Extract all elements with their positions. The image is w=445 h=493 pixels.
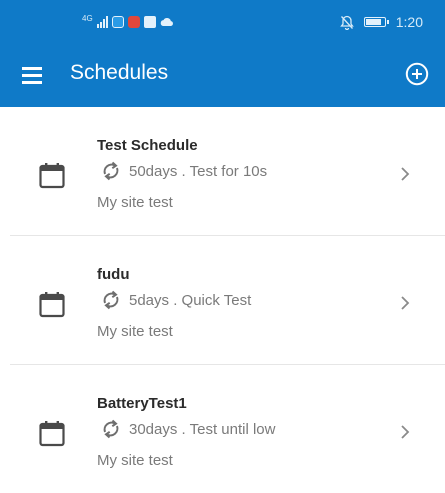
calendar-icon xyxy=(39,421,65,447)
notification-app-icon xyxy=(127,16,140,28)
page-title: Schedules xyxy=(70,61,169,84)
schedules-screen: 4G 1:20 Schedules Test Schedule 50days .… xyxy=(0,0,445,493)
schedule-frequency: 5days . Quick Test xyxy=(100,289,251,311)
signal-strength-icon xyxy=(96,16,108,28)
status-right: 1:20 xyxy=(339,13,423,31)
repeat-icon xyxy=(103,290,119,310)
schedule-frequency: 50days . Test for 10s xyxy=(100,160,267,182)
schedule-frequency-text: 5days . Quick Test xyxy=(129,291,252,309)
chevron-right-icon xyxy=(401,167,410,181)
schedule-site: My site test xyxy=(97,194,173,211)
cloud-icon xyxy=(160,18,173,26)
network-type-label: 4G xyxy=(82,14,93,23)
schedule-list-item[interactable]: fudu 5days . Quick Test My site test xyxy=(0,236,445,365)
schedule-list-item[interactable]: Test Schedule 50days . Test for 10s My s… xyxy=(0,107,445,236)
schedule-frequency-text: 50days . Test for 10s xyxy=(129,162,268,180)
schedule-name: Test Schedule xyxy=(97,137,198,154)
notifications-off-icon xyxy=(339,15,354,30)
app-bar: Schedules xyxy=(0,44,445,107)
notification-app-icon xyxy=(111,16,124,28)
battery-icon xyxy=(363,17,389,27)
schedule-frequency: 30days . Test until low xyxy=(100,418,275,440)
status-indicators: 4G xyxy=(82,14,174,30)
calendar-icon xyxy=(39,292,65,318)
add-circle-icon[interactable] xyxy=(405,62,429,86)
notification-mail-icon xyxy=(143,16,156,28)
schedule-site: My site test xyxy=(97,452,173,469)
status-time: 1:20 xyxy=(395,14,423,30)
chevron-right-icon xyxy=(401,425,410,439)
schedule-frequency-text: 30days . Test until low xyxy=(129,420,276,438)
schedule-list-item[interactable]: BatteryTest1 30days . Test until low My … xyxy=(0,365,445,493)
status-bar: 4G 1:20 xyxy=(0,0,445,44)
schedule-list: Test Schedule 50days . Test for 10s My s… xyxy=(0,107,445,493)
calendar-icon xyxy=(39,163,65,189)
schedule-site: My site test xyxy=(97,323,173,340)
chevron-right-icon xyxy=(401,296,410,310)
repeat-icon xyxy=(103,161,119,181)
hamburger-menu-icon[interactable] xyxy=(22,64,44,86)
schedule-name: fudu xyxy=(97,266,130,283)
repeat-icon xyxy=(103,419,119,439)
schedule-name: BatteryTest1 xyxy=(97,395,187,412)
